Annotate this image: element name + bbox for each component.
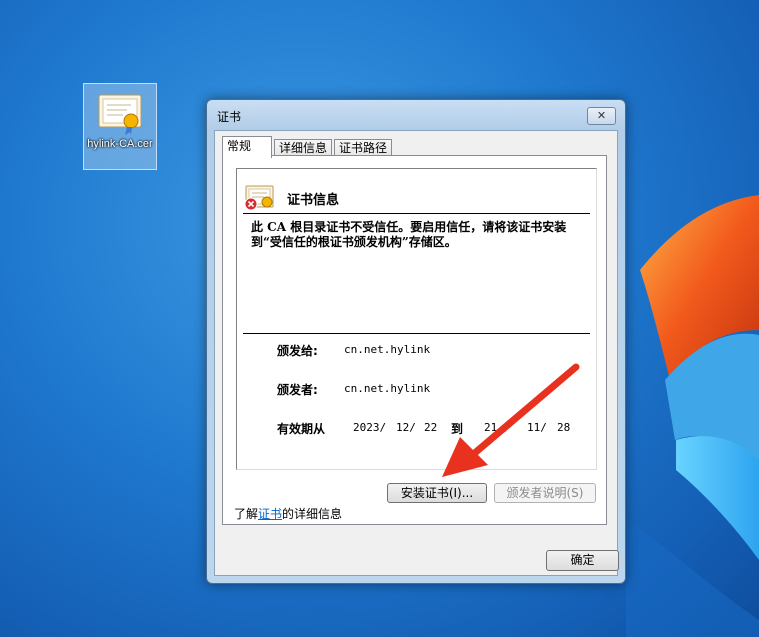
- valid-to-month: 11/: [527, 421, 547, 434]
- header-divider: [243, 213, 590, 214]
- details-divider: [243, 333, 590, 334]
- certificate-icon: [98, 94, 142, 135]
- valid-from-label: 有效期从: [277, 422, 326, 436]
- learn-more-suffix: 的详细信息: [282, 507, 343, 521]
- untrusted-warning-text: 此 CA 根目录证书不受信任。要启用信任，请将该证书安装到“受信任的根证书颁发机…: [251, 220, 567, 249]
- valid-to-day: 28: [557, 421, 571, 434]
- tab-general[interactable]: 常规: [222, 136, 272, 158]
- dialog-client-area: 常规 详细信息 证书路径 证书信息 此 CA 根目录证书不受信任。要启用信任，请…: [214, 130, 619, 576]
- valid-to-label: 到: [451, 422, 464, 436]
- valid-from-year: 2023/: [353, 421, 387, 434]
- close-button[interactable]: ✕: [587, 107, 616, 125]
- issued-to-label: 颁发给:: [277, 344, 318, 358]
- learn-more-prefix: 了解: [234, 507, 259, 521]
- valid-to-year: 21 /: [484, 421, 511, 434]
- desktop-certificate-file-icon[interactable]: hylink-CA.cer: [83, 83, 157, 170]
- general-tab-panel: 证书信息 此 CA 根目录证书不受信任。要启用信任，请将该证书安装到“受信任的根…: [222, 155, 607, 525]
- issued-by-label: 颁发者:: [277, 383, 318, 397]
- issued-by-value: cn.net.hylink: [344, 382, 431, 395]
- untrusted-certificate-icon: [244, 185, 274, 211]
- install-certificate-button[interactable]: 安装证书(I)...: [387, 483, 487, 503]
- issued-to-value: cn.net.hylink: [344, 343, 431, 356]
- certificate-info-box: 证书信息 此 CA 根目录证书不受信任。要启用信任，请将该证书安装到“受信任的根…: [236, 168, 597, 470]
- certificate-info-title: 证书信息: [287, 193, 340, 208]
- ok-button[interactable]: 确定: [546, 550, 619, 571]
- valid-from-month: 12/: [396, 421, 416, 434]
- issuer-statement-button: 颁发者说明(S): [494, 483, 596, 503]
- learn-more-text: 了解证书的详细信息: [234, 505, 342, 522]
- dialog-title: 证书: [217, 110, 242, 124]
- valid-from-day: 22: [424, 421, 438, 434]
- certificate-dialog: 证书 ✕ 常规 详细信息 证书路径 证书信息 此 CA 根目录证书不受信任。要启…: [206, 99, 626, 584]
- desktop-icon-label: hylink-CA.cer: [87, 138, 153, 150]
- learn-more-link[interactable]: 证书: [258, 507, 282, 521]
